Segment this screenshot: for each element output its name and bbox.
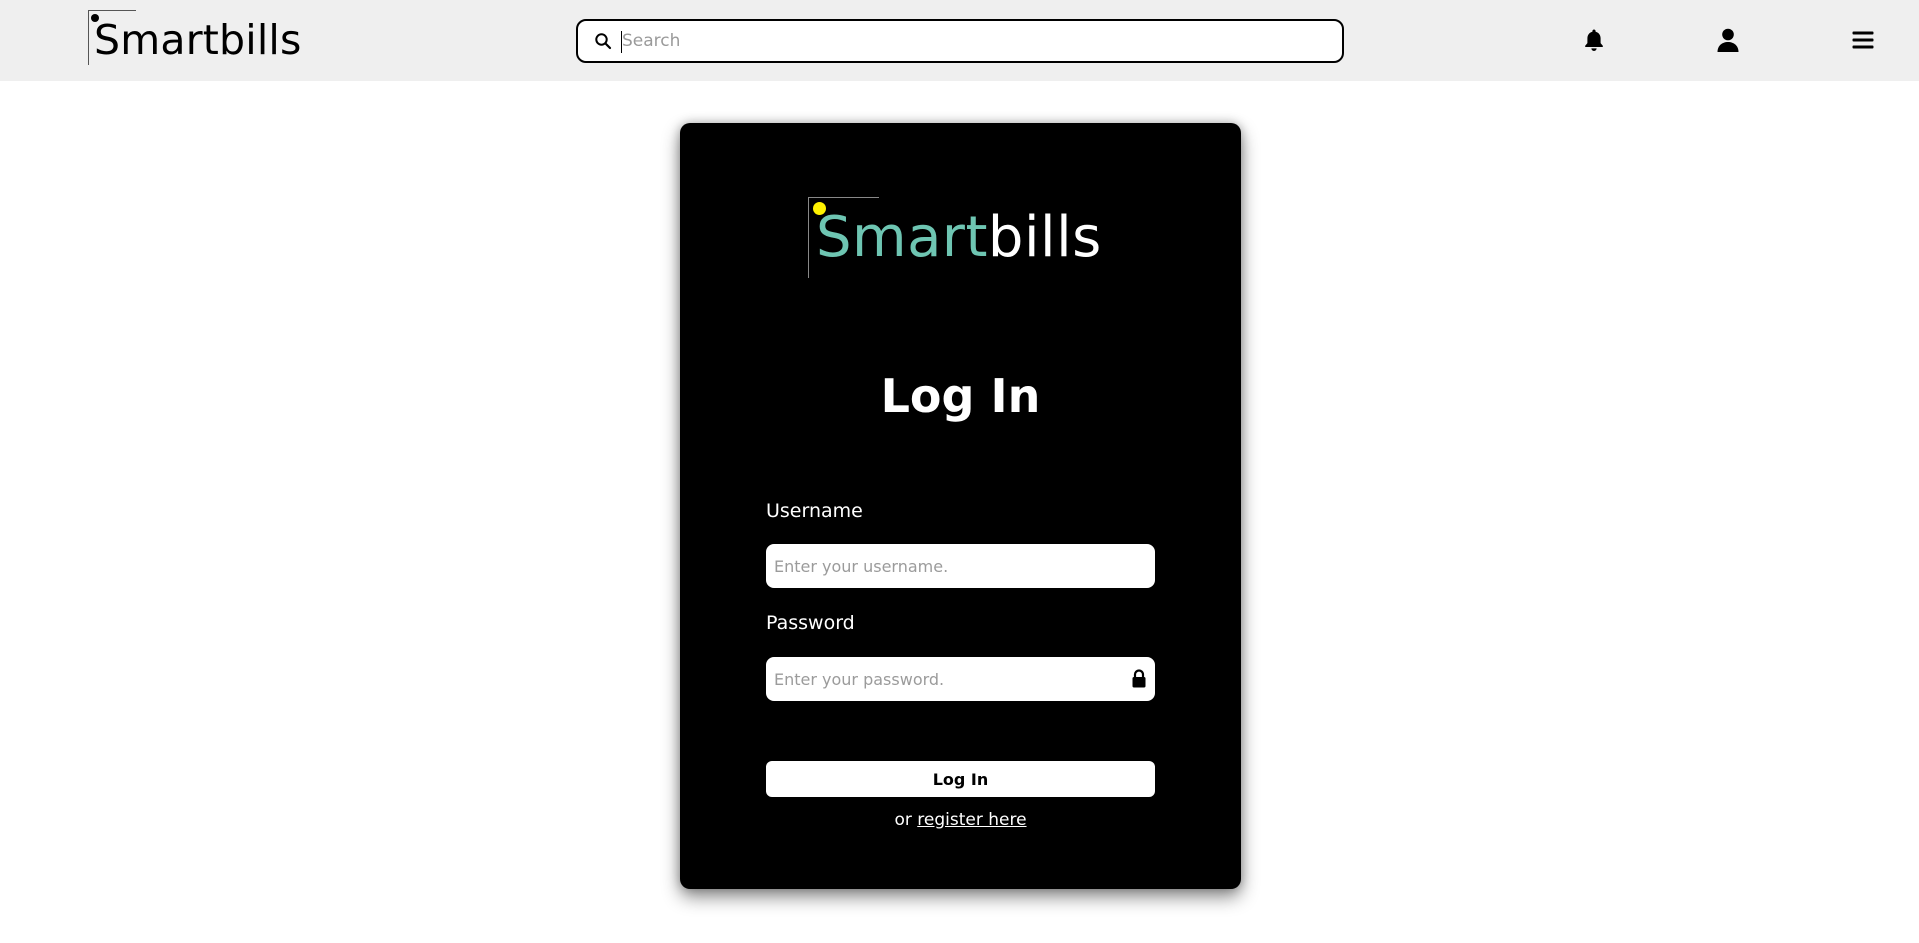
- brand-logo[interactable]: Smartbills: [88, 10, 301, 66]
- register-prefix: or: [894, 810, 912, 830]
- hamburger-menu-icon[interactable]: [1849, 26, 1877, 54]
- login-card: Smartbills Log In Username Password Log …: [680, 123, 1241, 889]
- register-prompt: or register here: [680, 809, 1241, 831]
- logo-wordmark: Smartbills: [816, 205, 1102, 271]
- card-logo: Smartbills: [808, 197, 1128, 287]
- login-button[interactable]: Log In: [766, 761, 1155, 797]
- brand-name: Smartbills: [94, 16, 302, 64]
- password-input[interactable]: [772, 665, 1122, 693]
- username-field[interactable]: [766, 544, 1155, 588]
- register-link[interactable]: register here: [917, 810, 1026, 830]
- username-label: Username: [766, 500, 863, 522]
- lock-icon: [1132, 669, 1146, 688]
- page-title: Log In: [880, 369, 1041, 423]
- password-field[interactable]: [766, 657, 1155, 701]
- text-caret: [621, 31, 622, 53]
- password-label: Password: [766, 612, 855, 634]
- logo-text-smart: Smart: [816, 205, 988, 270]
- logo-frame-line: [88, 10, 89, 65]
- logo-frame-line: [88, 10, 136, 11]
- top-navbar: Smartbills: [0, 0, 1919, 81]
- search-bar[interactable]: [576, 19, 1344, 63]
- search-icon: [595, 33, 612, 50]
- user-icon[interactable]: [1714, 26, 1742, 54]
- logo-frame-line: [808, 197, 809, 278]
- search-input[interactable]: [620, 27, 1320, 55]
- logo-frame-line: [808, 197, 879, 198]
- logo-text-bills: bills: [987, 205, 1102, 270]
- username-input[interactable]: [772, 552, 1122, 580]
- bell-icon[interactable]: [1580, 26, 1608, 54]
